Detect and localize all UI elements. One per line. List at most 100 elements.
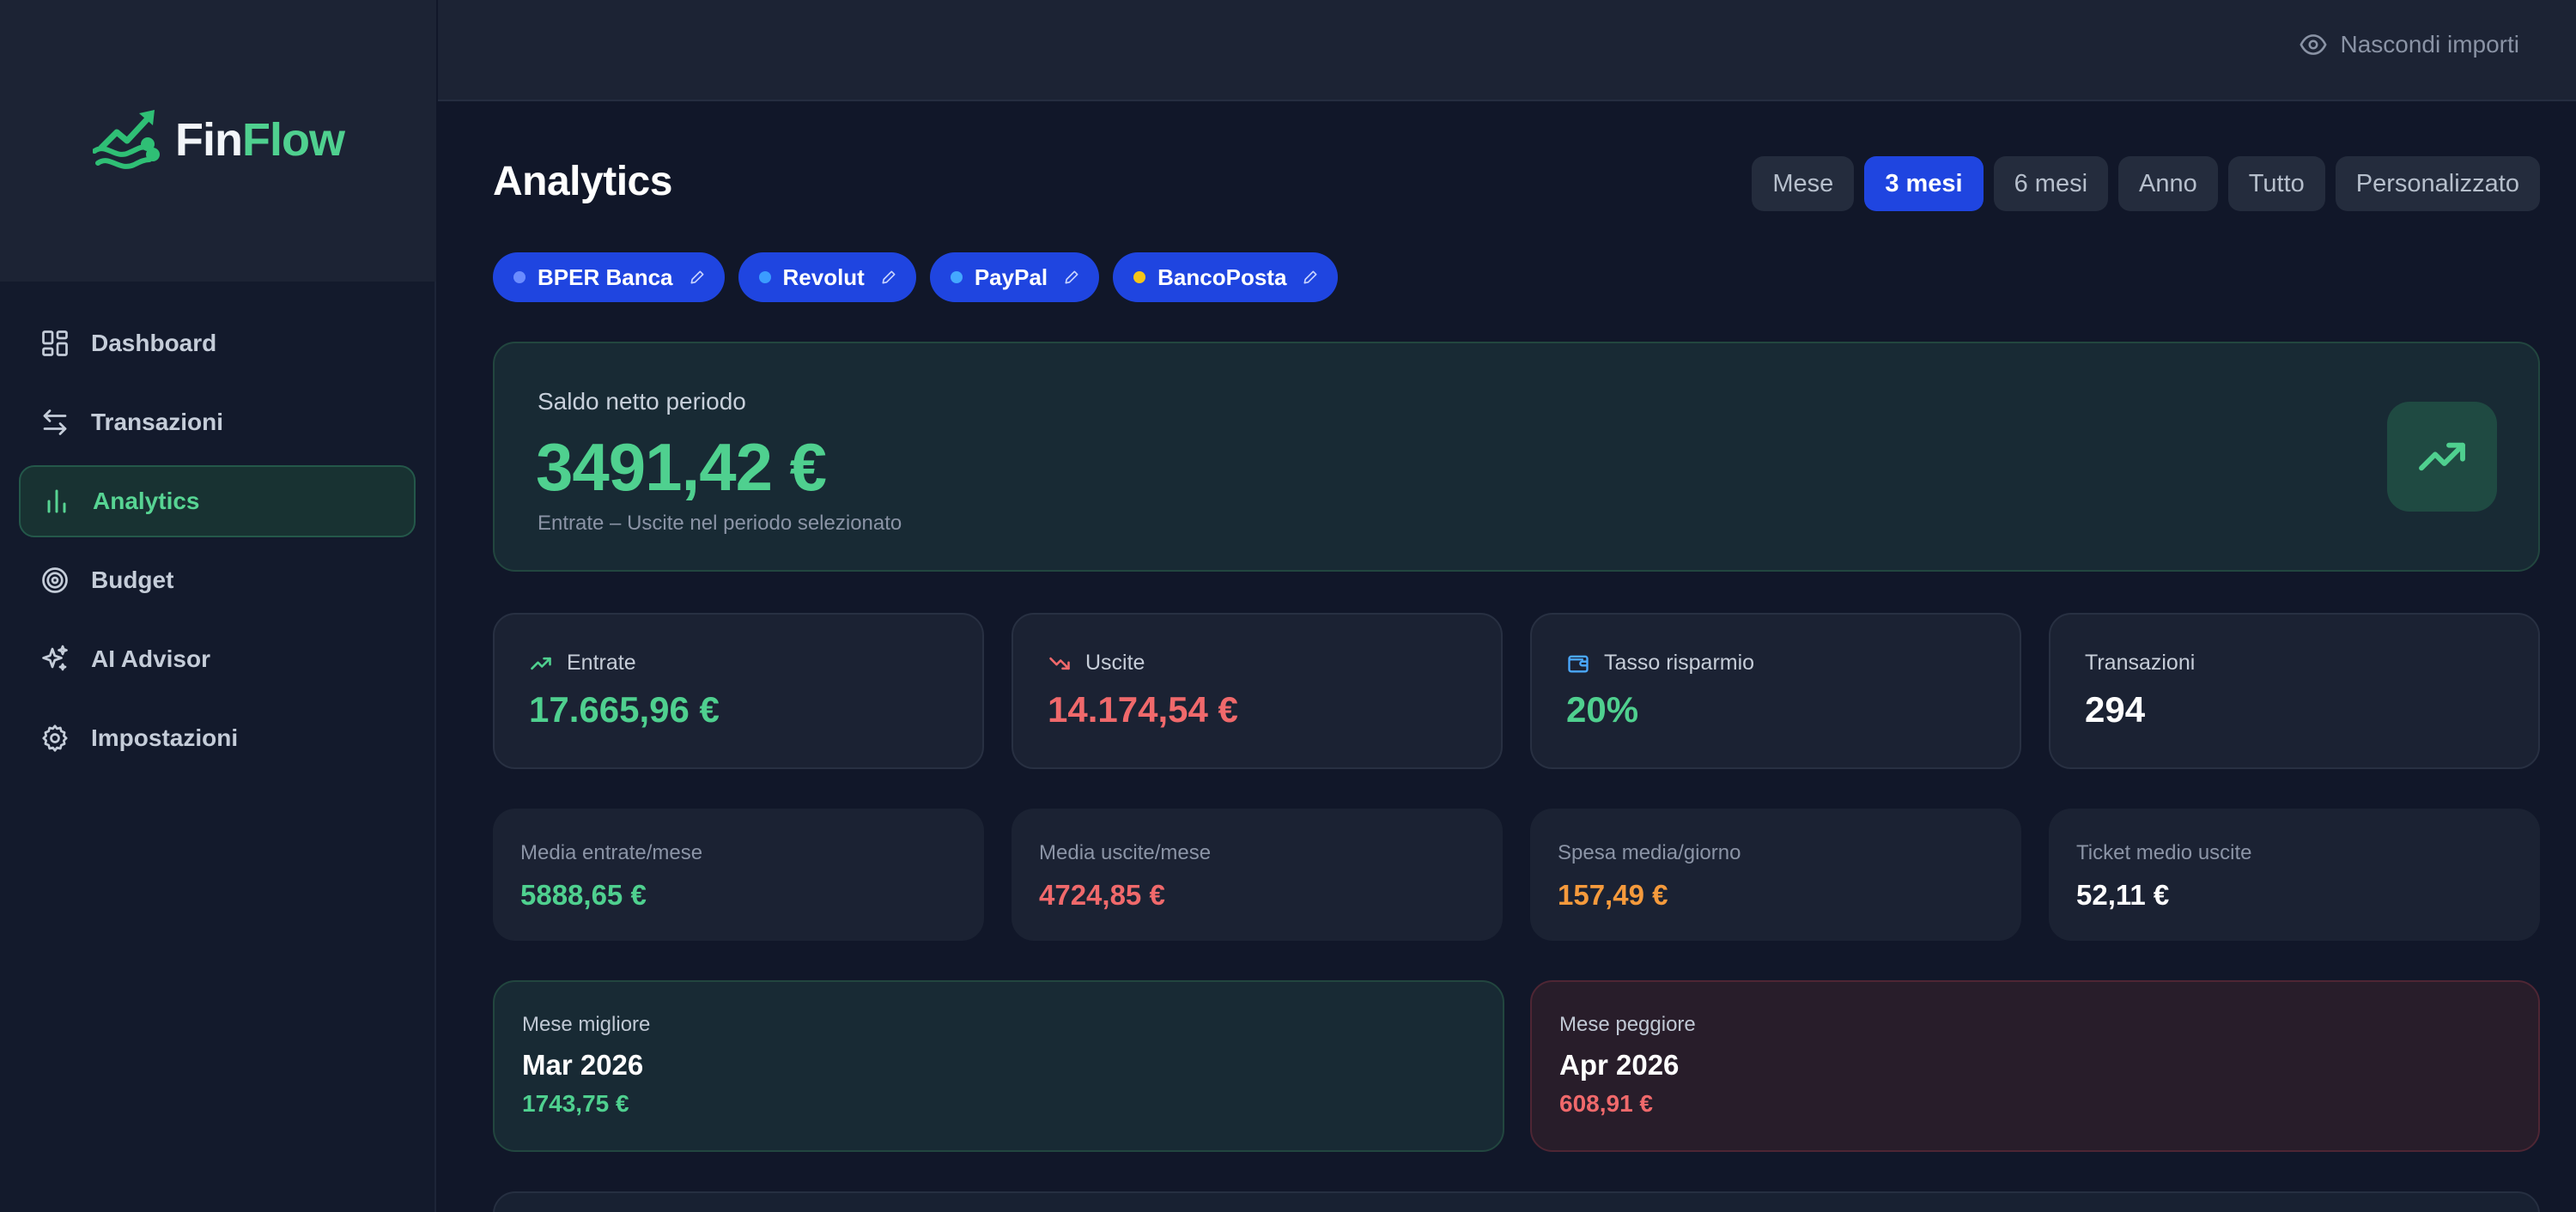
average-card-label: Media uscite/mese: [1039, 841, 1212, 864]
stat-card-tasso-risparmio: Tasso risparmio 20%: [1530, 613, 2021, 769]
best-month-label: Mese migliore: [522, 1013, 651, 1036]
best-month-card: Mese migliore Mar 2026 1743,75 €: [493, 980, 1504, 1152]
account-filters: BPER Banca Revolut PayPal BancoPosta: [493, 252, 1339, 302]
pencil-icon[interactable]: [880, 269, 897, 286]
account-chip-bper-banca[interactable]: BPER Banca: [493, 252, 725, 302]
average-card-value: 52,11 €: [2076, 879, 2170, 911]
stat-card-value: 294: [2085, 689, 2146, 730]
sparkles-icon: [42, 645, 68, 671]
account-chip-label: BPER Banca: [538, 264, 673, 290]
average-card-label: Media entrate/mese: [520, 841, 703, 864]
pencil-icon[interactable]: [689, 269, 706, 286]
sidebar-item-impostazioni[interactable]: Impostazioni: [19, 702, 416, 774]
stat-card-label: Transazioni: [2085, 651, 2196, 675]
average-card-label: Spesa media/giorno: [1558, 841, 1741, 864]
app-root: FinFlow Dashboard Transazioni Analytics …: [0, 0, 2576, 1212]
stat-card-label: Tasso risparmio: [1604, 651, 1755, 675]
target-icon: [42, 567, 68, 593]
sidebar-item-label: Analytics: [93, 488, 200, 514]
gear-icon: [42, 724, 68, 752]
brand-name: FinFlow: [175, 110, 345, 170]
stat-card-header: Tasso risparmio: [1566, 651, 1754, 676]
sidebar-item-transazioni[interactable]: Transazioni: [19, 386, 416, 458]
worst-month-name: Apr 2026: [1559, 1049, 1680, 1081]
dashboard-grid-icon: [42, 330, 68, 356]
next-section-card: [493, 1191, 2540, 1212]
top-bar: Nascondi importi: [438, 0, 2576, 101]
arrows-exchange-icon: [43, 409, 67, 435]
best-month-name: Mar 2026: [522, 1049, 644, 1081]
account-chip-revolut[interactable]: Revolut: [738, 252, 916, 302]
period-button-anno[interactable]: Anno: [2118, 156, 2218, 211]
sidebar-item-label: Transazioni: [91, 409, 224, 435]
pencil-icon[interactable]: [1063, 269, 1080, 286]
trending-down-icon: [1049, 657, 1070, 670]
period-button-mese[interactable]: Mese: [1752, 156, 1855, 211]
average-card-label: Ticket medio uscite: [2076, 841, 2252, 864]
brand-header: FinFlow: [0, 0, 436, 282]
sidebar-nav: Dashboard Transazioni Analytics Budget A…: [19, 307, 416, 781]
average-card-value: 4724,85 €: [1039, 879, 1165, 911]
stat-card-entrate: Entrate 17.665,96 €: [493, 613, 984, 769]
net-balance-icon-box: [2387, 402, 2497, 512]
net-balance-subtitle: Entrate – Uscite nel periodo selezionato: [538, 512, 902, 535]
average-card-spesa-giorno: Spesa media/giorno 157,49 €: [1530, 809, 2021, 941]
sidebar-item-label: Impostazioni: [91, 724, 239, 751]
sidebar: FinFlow Dashboard Transazioni Analytics …: [0, 0, 436, 1212]
eye-icon: [2300, 34, 2328, 55]
sidebar-item-label: Dashboard: [91, 330, 217, 356]
average-card-entrate: Media entrate/mese 5888,65 €: [493, 809, 984, 941]
account-chip-paypal[interactable]: PayPal: [929, 252, 1100, 302]
trending-up-icon: [531, 657, 551, 670]
sidebar-item-budget[interactable]: Budget: [19, 544, 416, 616]
account-color-dot: [1133, 271, 1146, 283]
sidebar-item-analytics[interactable]: Analytics: [19, 465, 416, 537]
worst-month-label: Mese peggiore: [1559, 1013, 1696, 1036]
hide-amounts-label: Nascondi importi: [2340, 31, 2519, 58]
average-card-ticket-medio: Ticket medio uscite 52,11 €: [2049, 809, 2540, 941]
brand-name-part2: Flow: [241, 114, 345, 166]
account-chip-label: Revolut: [782, 264, 865, 290]
account-chip-label: PayPal: [974, 264, 1048, 290]
stat-card-header: Uscite: [1048, 651, 1145, 676]
account-color-dot: [950, 271, 963, 283]
stat-card-value: 20%: [1566, 689, 1639, 730]
net-balance-value: 3491,42 €: [536, 429, 827, 505]
account-color-dot: [513, 271, 526, 283]
bar-chart-icon: [47, 489, 66, 513]
sidebar-item-label: AI Advisor: [91, 645, 210, 672]
best-month-value: 1743,75 €: [522, 1090, 629, 1117]
sidebar-item-label: Budget: [91, 567, 174, 593]
account-chip-label: BancoPosta: [1157, 264, 1287, 290]
worst-month-value: 608,91 €: [1559, 1090, 1653, 1117]
stat-card-label: Entrate: [567, 651, 636, 675]
average-card-value: 157,49 €: [1558, 879, 1668, 911]
average-card-value: 5888,65 €: [520, 879, 647, 911]
stat-card-transazioni: Transazioni 294: [2049, 613, 2540, 769]
period-button-6-mesi[interactable]: 6 mesi: [1993, 156, 2109, 211]
stat-card-header: Entrate: [529, 651, 636, 676]
stat-card-value: 14.174,54 €: [1048, 689, 1238, 730]
sidebar-item-ai-advisor[interactable]: AI Advisor: [19, 623, 416, 695]
worst-month-card: Mese peggiore Apr 2026 608,91 €: [1530, 980, 2540, 1152]
period-button-3-mesi[interactable]: 3 mesi: [1864, 156, 1984, 211]
net-balance-card: Saldo netto periodo 3491,42 € Entrate – …: [493, 342, 2540, 572]
wallet-icon: [1568, 655, 1589, 672]
page-title: Analytics: [493, 159, 672, 204]
sidebar-item-dashboard[interactable]: Dashboard: [19, 307, 416, 379]
hide-amounts-button[interactable]: Nascondi importi: [2299, 26, 2519, 64]
average-card-uscite: Media uscite/mese 4724,85 €: [1012, 809, 1503, 941]
trending-up-icon: [2419, 442, 2465, 471]
period-button-tutto[interactable]: Tutto: [2227, 156, 2325, 211]
stat-card-header: Transazioni: [2085, 651, 2195, 676]
finflow-logo-icon: [93, 110, 160, 169]
period-button-personalizzato[interactable]: Personalizzato: [2335, 156, 2540, 211]
brand-name-part1: Fin: [175, 114, 243, 166]
stat-card-value: 17.665,96 €: [529, 689, 720, 730]
net-balance-label: Saldo netto periodo: [538, 388, 746, 415]
stat-card-uscite: Uscite 14.174,54 €: [1012, 613, 1503, 769]
period-selector: Mese 3 mesi 6 mesi Anno Tutto Personaliz…: [1752, 156, 2540, 211]
account-chip-bancoposta[interactable]: BancoPosta: [1113, 252, 1339, 302]
account-color-dot: [758, 271, 771, 283]
pencil-icon[interactable]: [1302, 269, 1319, 286]
